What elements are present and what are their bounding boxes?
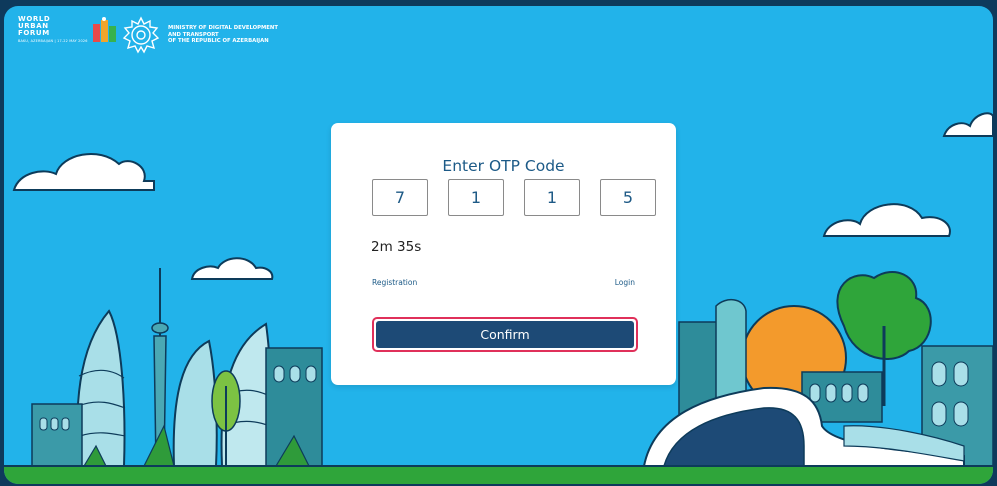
otp-digit-3[interactable]: 1	[524, 179, 580, 216]
registration-link[interactable]: Registration	[372, 278, 417, 287]
ministry-line-1: MINISTRY OF DIGITAL DEVELOPMENT	[168, 25, 278, 32]
wuf-title-line-3: FORUM	[18, 29, 50, 37]
otp-digit-2[interactable]: 1	[448, 179, 504, 216]
otp-digit-4[interactable]: 5	[600, 179, 656, 216]
ministry-emblem-icon	[122, 16, 160, 54]
wuf-brand: WORLD URBAN FORUM BAKU, AZERBAIJAN | 17-…	[18, 16, 118, 44]
login-link[interactable]: Login	[615, 278, 635, 287]
wuf-emblem-icon	[92, 17, 116, 42]
wuf-caption: BAKU, AZERBAIJAN | 17-22 MAY 2026	[18, 39, 88, 43]
login-page: WORLD URBAN FORUM BAKU, AZERBAIJAN | 17-…	[4, 6, 993, 484]
ministry-brand: MINISTRY OF DIGITAL DEVELOPMENT AND TRAN…	[122, 16, 278, 54]
ministry-line-3: OF THE REPUBLIC OF AZERBAIJAN	[168, 38, 269, 45]
otp-countdown-timer: 2m 35s	[371, 239, 422, 255]
otp-title: Enter OTP Code	[442, 157, 565, 175]
otp-card: Enter OTP Code 7 1 1 5 2m 35s Registrati…	[331, 123, 676, 385]
confirm-button[interactable]: Confirm	[376, 321, 634, 348]
wuf-logo: WORLD URBAN FORUM BAKU, AZERBAIJAN | 17-…	[18, 16, 118, 44]
otp-digit-1[interactable]: 7	[372, 179, 428, 216]
confirm-button-focus-ring: Confirm	[372, 317, 638, 352]
